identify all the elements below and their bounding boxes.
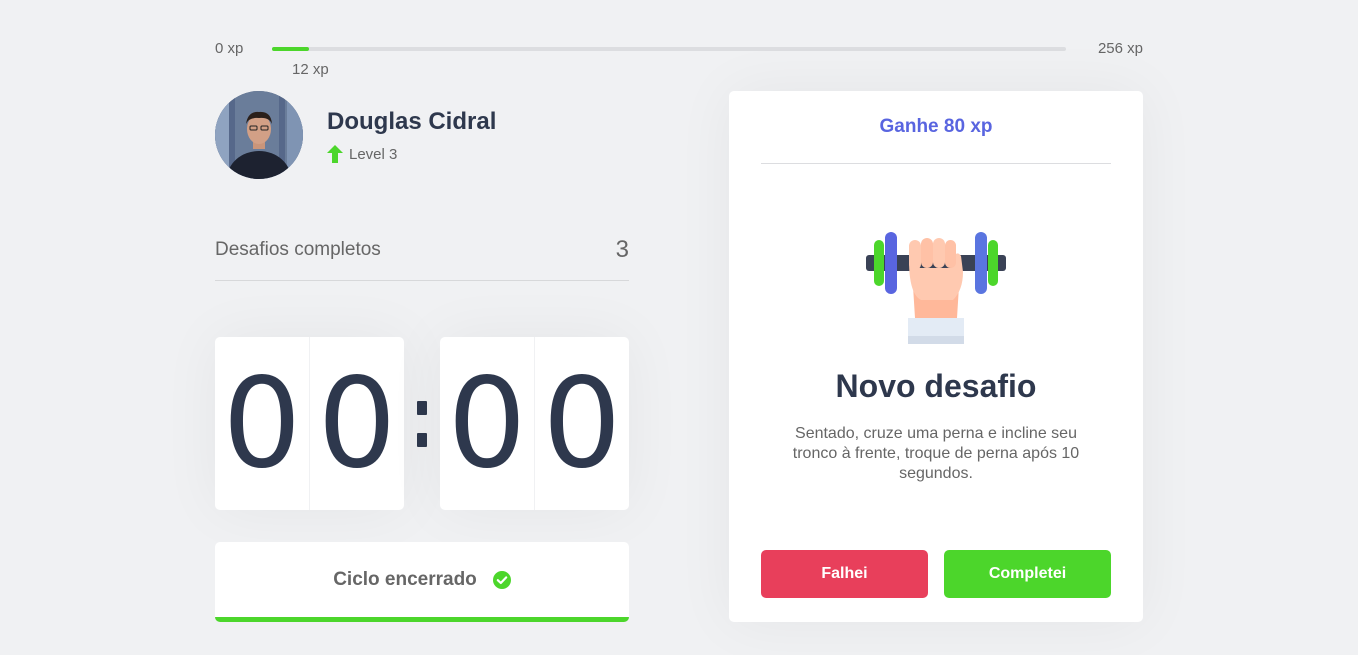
level-label: Level 3 <box>349 146 398 163</box>
challenge-card: Ganhe 80 xp Novo desafio Sentado, cruze … <box>729 91 1143 622</box>
completed-challenges-count: 3 <box>615 236 629 263</box>
profile: Douglas Cidral Level 3 <box>215 91 635 179</box>
xp-max-label: 256 xp <box>1097 40 1143 57</box>
countdown-minutes: 0 0 <box>215 337 404 510</box>
experience-bar: 0 xp 12 xp 256 xp <box>215 40 1143 80</box>
check-circle-icon <box>492 570 511 589</box>
profile-name: Douglas Cidral <box>327 108 497 135</box>
minute-tens-digit: 0 <box>222 351 302 496</box>
completed-challenges-label: Desafios completos <box>215 239 381 260</box>
countdown-separator <box>404 337 440 510</box>
xp-progress-track <box>272 47 1066 51</box>
challenge-reward: Ganhe 80 xp <box>761 91 1111 164</box>
cycle-button-label: Ciclo encerrado <box>333 568 477 590</box>
dumbbell-icon <box>863 228 1009 346</box>
countdown: 0 0 0 0 <box>215 337 629 510</box>
xp-progress-fill <box>272 47 310 51</box>
xp-current-label: 12 xp <box>292 61 329 78</box>
challenge-description: Sentado, cruze uma perna e incline seu t… <box>792 425 1080 482</box>
completed-challenges: Desafios completos 3 <box>215 228 629 281</box>
xp-min-label: 0 xp <box>215 40 244 57</box>
challenge-failed-button[interactable]: Falhei <box>761 550 928 598</box>
challenge-title: Novo desafio <box>835 368 1037 404</box>
second-tens-digit: 0 <box>447 351 527 496</box>
challenge-completed-button[interactable]: Completei <box>944 550 1111 598</box>
second-ones-digit: 0 <box>534 337 629 510</box>
minute-ones-digit: 0 <box>309 337 404 510</box>
countdown-seconds: 0 0 <box>440 337 629 510</box>
level-up-arrow-icon <box>327 145 343 163</box>
cycle-finished-button[interactable]: Ciclo encerrado <box>215 542 629 622</box>
avatar <box>215 91 303 179</box>
